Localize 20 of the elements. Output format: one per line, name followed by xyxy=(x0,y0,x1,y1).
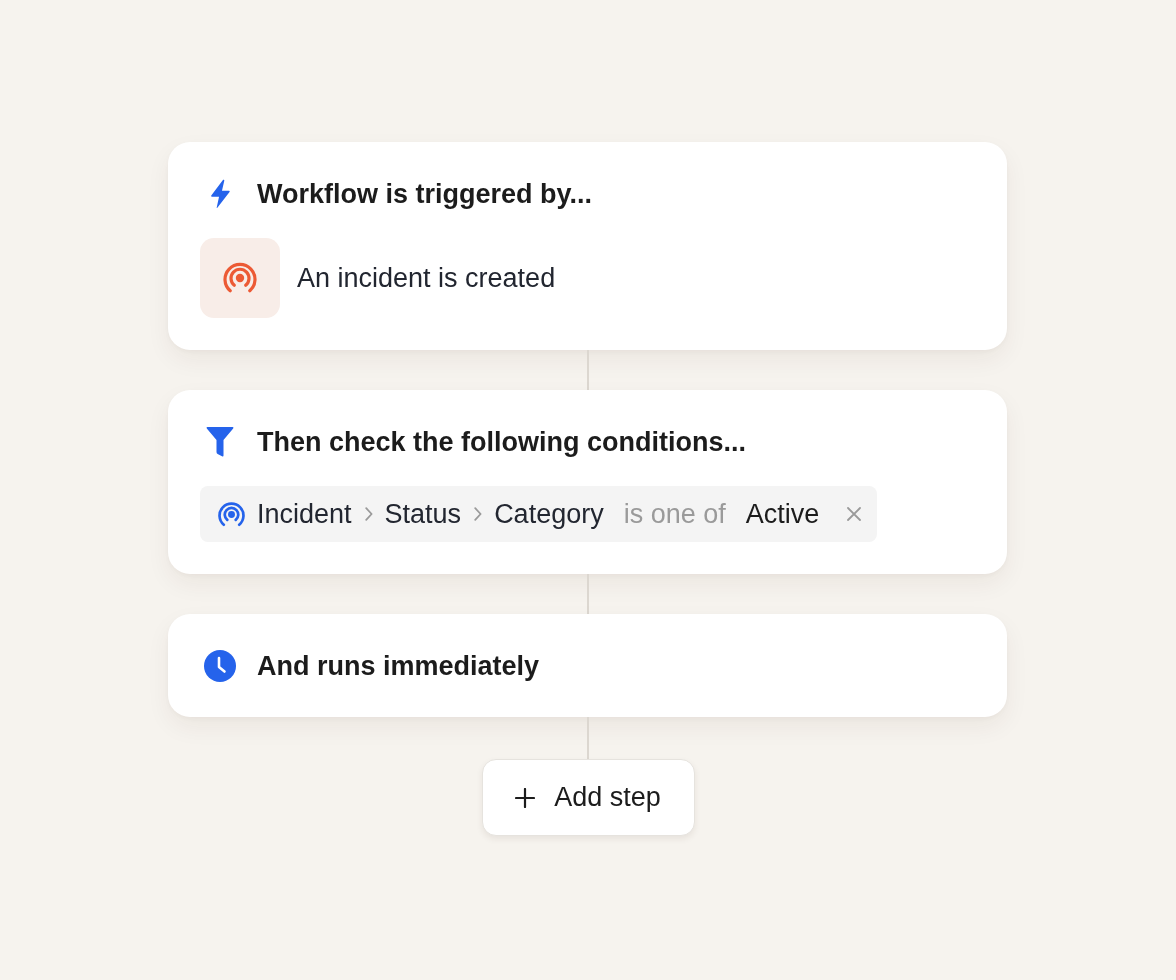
step-title: And runs immediately xyxy=(257,650,540,682)
broadcast-icon xyxy=(218,500,245,528)
condition-field: Category xyxy=(494,498,604,530)
plus-icon xyxy=(515,787,536,808)
chevron-right-icon xyxy=(364,507,373,521)
broadcast-icon xyxy=(200,238,280,318)
condition-field: Status xyxy=(384,498,462,530)
condition-value: Active xyxy=(745,498,820,530)
lightning-bolt-icon xyxy=(209,179,231,209)
condition-chip[interactable]: Incident Status Category is one of Active xyxy=(200,486,878,542)
close-icon[interactable] xyxy=(847,507,862,521)
add-step-button[interactable]: Add step xyxy=(481,759,695,836)
condition-operator: is one of xyxy=(623,498,726,530)
condition-field: Incident xyxy=(257,498,352,530)
clock-icon xyxy=(204,650,236,682)
chevron-right-icon xyxy=(474,507,483,521)
trigger-label: An incident is created xyxy=(297,262,556,294)
filter-icon xyxy=(206,427,234,457)
step-title: Workflow is triggered by... xyxy=(257,178,593,210)
step-title: Then check the following conditions... xyxy=(257,426,747,458)
